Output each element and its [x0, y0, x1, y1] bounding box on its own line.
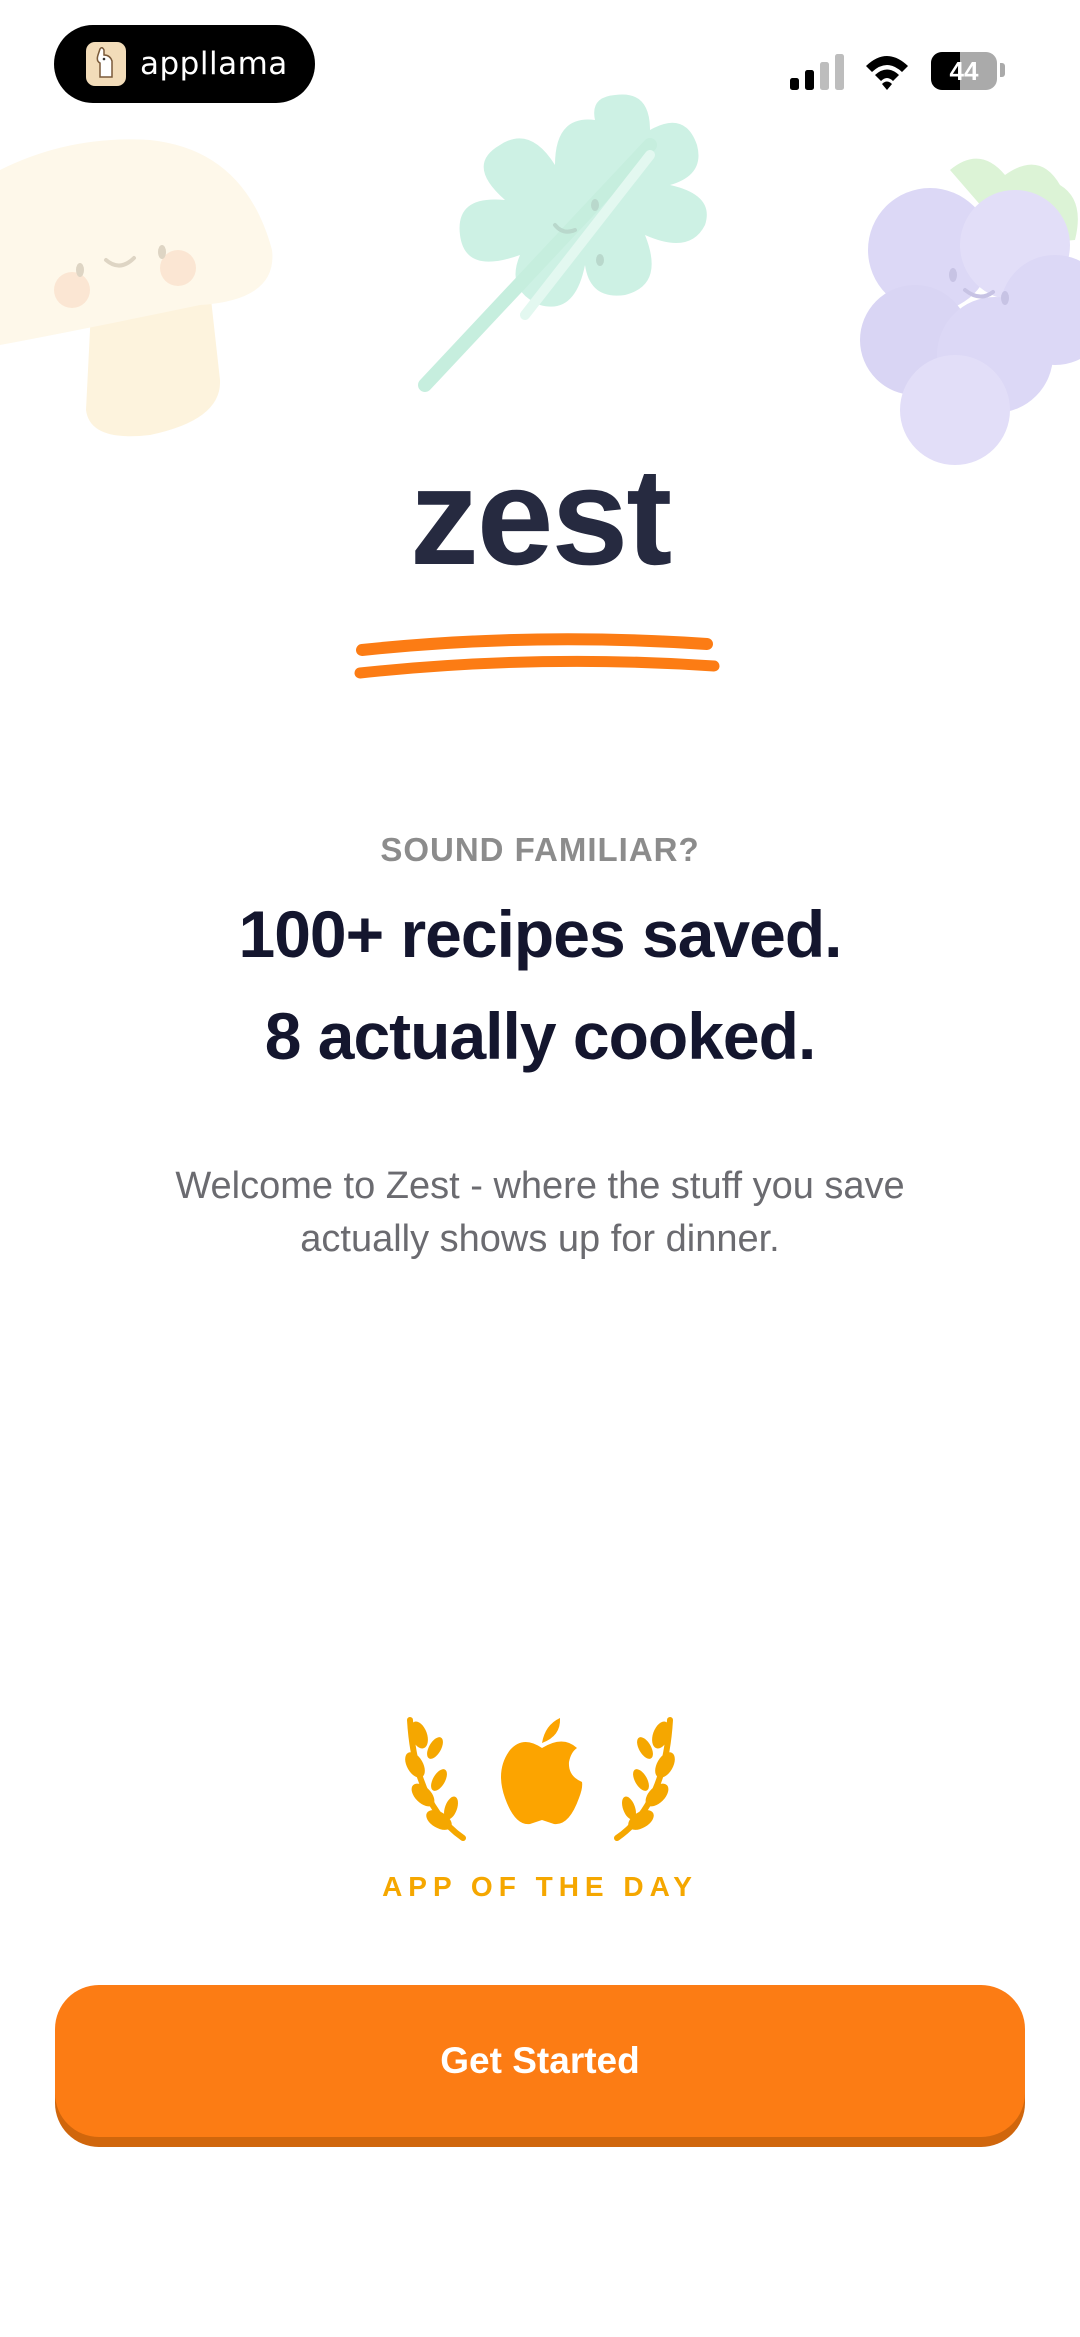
app-logo: zest [409, 440, 672, 594]
mushroom-illustration [0, 139, 273, 437]
cellular-signal-icon [790, 54, 844, 90]
battery-indicator: 44 [931, 52, 997, 90]
appllama-badge[interactable]: appllama [54, 25, 315, 103]
eyebrow-text: SOUND FAMILIAR? [380, 831, 700, 868]
leaf-illustration [418, 94, 707, 392]
logo-underline [354, 633, 720, 679]
welcome-subtitle: Welcome to Zest - where the stuff you sa… [175, 1165, 905, 1260]
award-laurel-icon [405, 1717, 675, 1841]
grapes-illustration [860, 158, 1080, 465]
battery-cap [1000, 63, 1005, 77]
get-started-button[interactable]: Get Started [55, 1985, 1025, 2137]
wifi-icon [866, 56, 908, 90]
appllama-brand-text: appllama [140, 46, 288, 82]
battery-level-text: 44 [949, 55, 979, 86]
llama-icon [86, 42, 126, 86]
headline-line-1: 100+ recipes saved. [238, 897, 843, 971]
apple-icon [501, 1718, 583, 1825]
headline-line-2: 8 actually cooked. [264, 999, 817, 1073]
app-of-the-day-label: APP OF THE DAY [382, 1871, 698, 1902]
